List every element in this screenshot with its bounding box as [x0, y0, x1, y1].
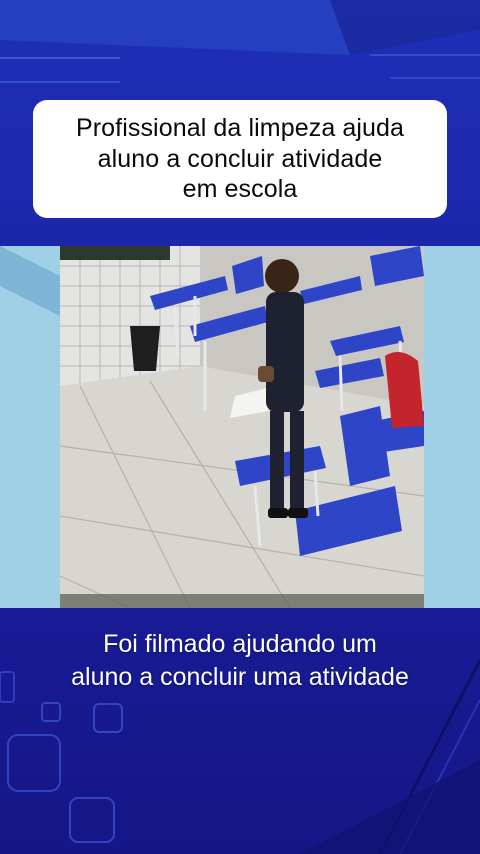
video-still	[0, 246, 480, 608]
caption-line: aluno a concluir uma atividade	[71, 662, 409, 691]
video-caption: Foi filmado ajudando um aluno a concluir…	[0, 628, 480, 693]
video-player[interactable]	[0, 246, 480, 608]
headline-line: aluno a concluir atividade	[97, 144, 383, 173]
headline-title: Profissional da limpeza ajuda aluno a co…	[76, 113, 404, 205]
headline-line: Profissional da limpeza ajuda	[75, 114, 405, 143]
caption-line: Foi filmado ajudando um	[103, 630, 377, 658]
headline-line: em escola	[182, 175, 298, 204]
headline-card: Profissional da limpeza ajuda aluno a co…	[33, 100, 447, 218]
